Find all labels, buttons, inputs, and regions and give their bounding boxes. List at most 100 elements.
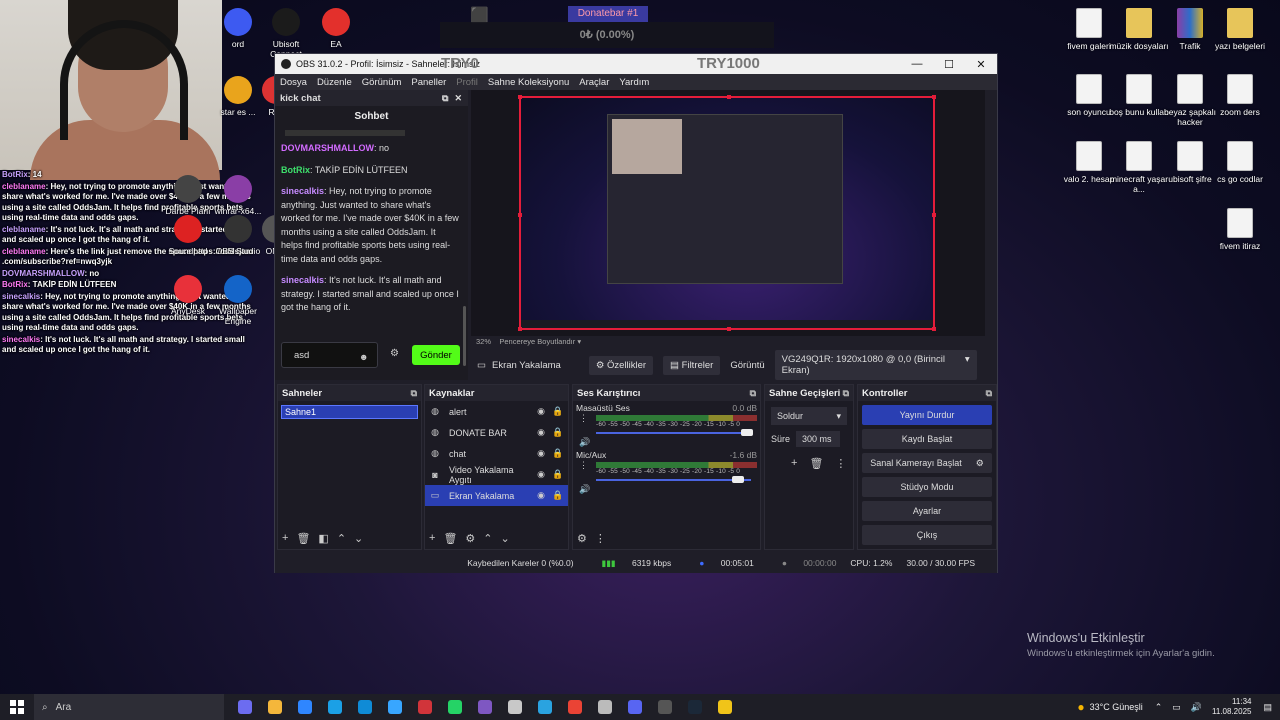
control-button-1[interactable]: Kaydı Başlat bbox=[862, 429, 992, 449]
taskbar-app-icon[interactable] bbox=[688, 700, 702, 714]
taskbar-app-icon[interactable] bbox=[388, 700, 402, 714]
send-button[interactable]: Gönder bbox=[412, 345, 460, 365]
volume-slider[interactable] bbox=[596, 475, 757, 485]
maximize-icon[interactable]: ☐ bbox=[933, 58, 965, 71]
slider-knob[interactable] bbox=[732, 476, 745, 483]
lock-icon[interactable]: 🔒 bbox=[552, 469, 563, 480]
menu-0[interactable]: Dosya bbox=[280, 77, 307, 88]
gear-icon[interactable]: ⚙ bbox=[976, 458, 984, 469]
source-item[interactable]: ◍ DONATE BAR ◉ 🔒 bbox=[425, 422, 568, 443]
menu-4[interactable]: Profil bbox=[456, 77, 478, 88]
desktop-shortcut[interactable]: Ubisoft Connect bbox=[262, 8, 310, 59]
trash-icon[interactable]: 🗑 bbox=[809, 457, 823, 470]
obs-titlebar[interactable]: OBS 31.0.2 - Profil: İsimsiz - Sahneler:… bbox=[275, 54, 997, 74]
minimize-icon[interactable]: — bbox=[901, 58, 933, 70]
chat-username[interactable]: sinecalkis bbox=[281, 186, 324, 196]
eye-icon[interactable]: ◉ bbox=[536, 490, 546, 501]
volume-icon[interactable]: 🔊 bbox=[579, 484, 590, 495]
gear-icon[interactable]: ⚙ bbox=[465, 532, 475, 545]
trash-icon[interactable]: 🗑 bbox=[296, 532, 310, 545]
desktop-shortcut[interactable]: ord bbox=[214, 8, 262, 49]
source-item[interactable]: ◙ Video Yakalama Aygıtı ◉ 🔒 bbox=[425, 464, 568, 485]
eye-icon[interactable]: ◉ bbox=[536, 448, 546, 459]
undock-icon[interactable]: ⧉ bbox=[442, 93, 448, 104]
desktop-file[interactable]: zoom ders bbox=[1209, 74, 1271, 117]
move-down-icon[interactable]: ⌄ bbox=[501, 532, 510, 545]
taskbar-app-icon[interactable] bbox=[268, 700, 282, 714]
taskbar-app-icon[interactable] bbox=[568, 700, 582, 714]
advanced-audio-icon[interactable]: ⚙ bbox=[577, 532, 587, 545]
chat-username[interactable]: DOVMARSHMALLOW bbox=[281, 143, 374, 153]
taskbar-app-icon[interactable] bbox=[538, 700, 552, 714]
source-item[interactable]: ◍ chat ◉ 🔒 bbox=[425, 443, 568, 464]
more-icon[interactable]: ⋮ bbox=[595, 532, 606, 545]
taskbar-app-icon[interactable] bbox=[658, 700, 672, 714]
more-icon[interactable]: ⋮ bbox=[835, 457, 846, 470]
desktop-shortcut[interactable]: EA bbox=[312, 8, 360, 49]
chat-username[interactable]: BotRix bbox=[281, 165, 310, 175]
trash-icon[interactable]: 🗑 bbox=[443, 532, 457, 545]
menu-1[interactable]: Düzenle bbox=[317, 77, 352, 88]
weather-icon[interactable]: ● bbox=[1077, 700, 1084, 714]
slider-knob[interactable] bbox=[741, 429, 754, 436]
volume-icon[interactable]: 🔊 bbox=[579, 437, 590, 448]
volume-icon[interactable]: 🔊 bbox=[1191, 702, 1202, 713]
network-icon[interactable]: ▭ bbox=[1172, 702, 1181, 713]
desktop-shortcut[interactable]: Wallpaper Engine bbox=[214, 275, 262, 326]
desktop-shortcut[interactable]: winrar-x64... bbox=[214, 175, 262, 216]
weather-text[interactable]: 33°C Güneşli bbox=[1090, 702, 1143, 712]
taskbar-app-icon[interactable] bbox=[238, 700, 252, 714]
menu-3[interactable]: Paneller bbox=[411, 77, 446, 88]
undock-icon[interactable]: ⧉ bbox=[750, 388, 756, 399]
more-icon[interactable]: ⋮ bbox=[579, 413, 588, 424]
undock-icon[interactable]: ⧉ bbox=[843, 388, 849, 399]
volume-slider[interactable] bbox=[596, 428, 757, 438]
close-dock-icon[interactable]: ✕ bbox=[454, 93, 462, 104]
lock-icon[interactable]: 🔒 bbox=[552, 448, 563, 459]
taskbar-app-icon[interactable] bbox=[418, 700, 432, 714]
add-icon[interactable]: + bbox=[429, 532, 435, 545]
desktop-shortcut[interactable]: Soundpad bbox=[164, 215, 212, 256]
scene-item[interactable]: Sahne1 bbox=[281, 405, 418, 419]
eye-icon[interactable]: ◉ bbox=[536, 469, 546, 480]
emoji-icon[interactable]: ☻ bbox=[359, 352, 368, 362]
menu-5[interactable]: Sahne Koleksiyonu bbox=[488, 77, 569, 88]
taskbar-app-icon[interactable] bbox=[628, 700, 642, 714]
control-button-5[interactable]: Çıkış bbox=[862, 525, 992, 545]
transition-select[interactable]: Soldur ▾ bbox=[771, 407, 847, 425]
desktop-file[interactable]: yazı belgeleri bbox=[1209, 8, 1271, 51]
filter-icon[interactable]: ◧ bbox=[318, 532, 328, 545]
lock-icon[interactable]: 🔒 bbox=[552, 427, 563, 438]
taskbar-app-icon[interactable] bbox=[358, 700, 372, 714]
tab-sohbet[interactable]: Sohbet bbox=[275, 106, 468, 128]
clock[interactable]: 11:34 11.08.2025 bbox=[1212, 697, 1251, 717]
filters-button[interactable]: ▤ Filtreler bbox=[663, 355, 721, 375]
close-icon[interactable]: ✕ bbox=[965, 58, 997, 71]
chat-scrollbar[interactable] bbox=[463, 306, 466, 366]
source-item[interactable]: ◍ alert ◉ 🔒 bbox=[425, 401, 568, 422]
taskbar-app-icon[interactable] bbox=[478, 700, 492, 714]
desktop-shortcut[interactable]: Darbe Planı bbox=[164, 175, 212, 216]
lock-icon[interactable]: 🔒 bbox=[552, 490, 563, 501]
chat-settings-icon[interactable]: ⚙ bbox=[390, 348, 399, 359]
add-icon[interactable]: + bbox=[282, 532, 288, 545]
menu-2[interactable]: Görünüm bbox=[362, 77, 402, 88]
undock-icon[interactable]: ⧉ bbox=[986, 388, 992, 399]
taskbar-search[interactable]: ⌕ Ara bbox=[34, 694, 224, 720]
display-select[interactable]: VG249Q1R: 1920x1080 @ 0,0 (Birincil Ekra… bbox=[774, 350, 977, 380]
control-button-4[interactable]: Ayarlar bbox=[862, 501, 992, 521]
source-item[interactable]: ▭ Ekran Yakalama ◉ 🔒 bbox=[425, 485, 568, 506]
move-down-icon[interactable]: ⌄ bbox=[354, 532, 363, 545]
taskbar-app-icon[interactable] bbox=[508, 700, 522, 714]
fit-dropdown[interactable]: Pencereye Boyutlandır bbox=[499, 337, 575, 346]
duration-input[interactable]: 300 ms bbox=[796, 431, 841, 447]
taskbar-app-icon[interactable] bbox=[298, 700, 312, 714]
chat-username[interactable]: sinecalkis bbox=[281, 275, 324, 285]
taskbar-app-icon[interactable] bbox=[328, 700, 342, 714]
control-button-2[interactable]: Sanal Kamerayı Başlat ⚙ bbox=[862, 453, 992, 473]
eye-icon[interactable]: ◉ bbox=[536, 427, 546, 438]
desktop-file[interactable]: cs go codlar bbox=[1209, 141, 1271, 184]
menu-7[interactable]: Yardım bbox=[619, 77, 649, 88]
desktop-shortcut[interactable]: AnyDesk bbox=[164, 275, 212, 316]
windows-start-icon[interactable] bbox=[10, 700, 24, 714]
